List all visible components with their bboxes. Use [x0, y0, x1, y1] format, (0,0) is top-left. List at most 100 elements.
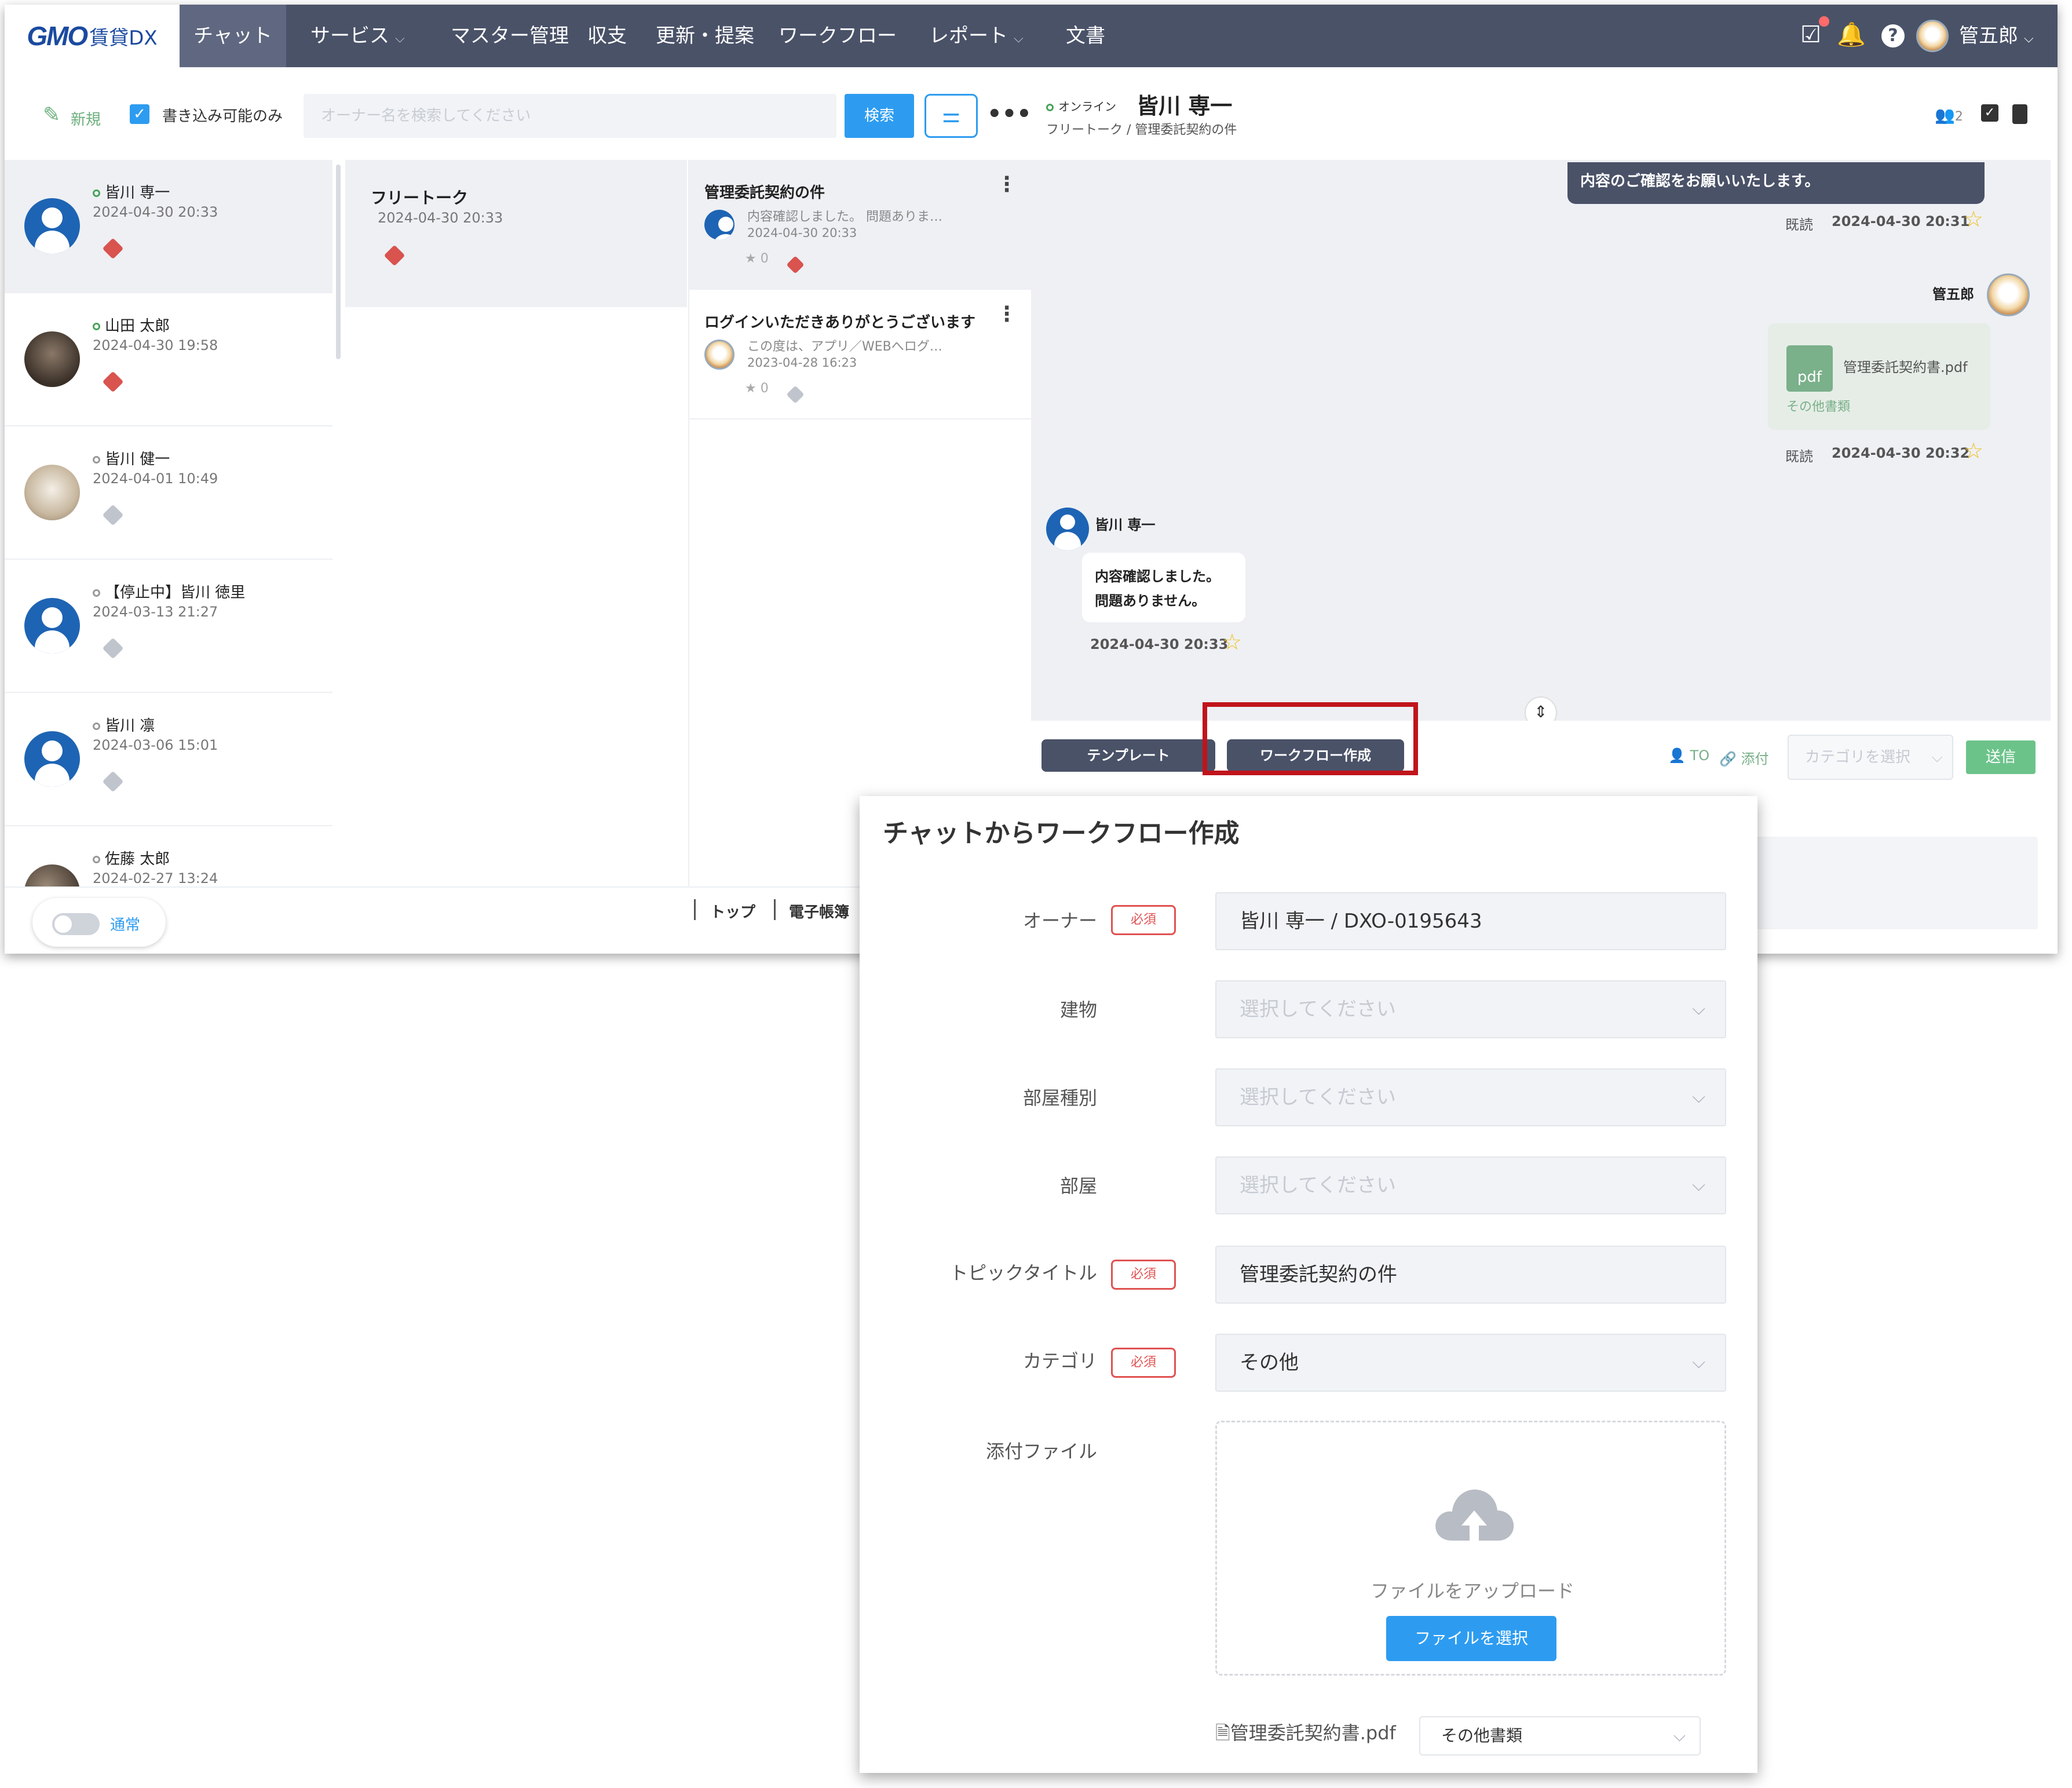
room-type-select[interactable]: 選択してください ⌵ — [1215, 1068, 1726, 1126]
link-ledger[interactable]: 電子帳簿 — [789, 900, 849, 922]
topic-list: 管理委託契約の件 内容確認しました。 問題ありま… 2024-04-30 20:… — [688, 160, 1031, 886]
topic-title-label: トピックタイトル — [949, 1262, 1097, 1284]
nav-master[interactable]: マスター管理 — [451, 5, 569, 67]
pdf-file-icon: pdf — [1786, 345, 1833, 392]
offline-status-icon — [93, 723, 100, 730]
topic-title-input[interactable]: 管理委託契約の件 — [1215, 1246, 1726, 1304]
building-select[interactable]: 選択してください ⌵ — [1215, 980, 1726, 1038]
star-icon[interactable]: ★ — [745, 251, 757, 266]
nav-service[interactable]: サービス ⌵ — [310, 5, 405, 67]
search-button[interactable]: 検索 — [845, 94, 914, 138]
nav-renewal[interactable]: 更新・提案 — [656, 5, 754, 67]
contact-date: 2024-04-30 20:33 — [93, 204, 218, 220]
chat-toolbar: ✎ 新規 ✓ 書き込み可能のみ オーナー名を検索してください 検索 ⚌ ••• — [5, 67, 1032, 160]
more-options-button[interactable]: ••• — [987, 94, 1032, 138]
nav-balance[interactable]: 収支 — [587, 5, 627, 67]
room-select[interactable]: 選択してください ⌵ — [1215, 1156, 1726, 1214]
owner-field[interactable]: 皆川 専一 / DXO-0195643 — [1215, 892, 1726, 950]
nav-workflow[interactable]: ワークフロー — [779, 5, 897, 67]
contact-list: 皆川 専一 2024-04-30 20:33 山田 太郎 2024-04-30 … — [5, 160, 332, 886]
contact-date: 2024-02-27 13:24 — [93, 870, 218, 886]
nav-documents[interactable]: 文書 — [1066, 5, 1105, 67]
star-icon[interactable]: ☆ — [1222, 629, 1242, 655]
bell-icon[interactable]: 🔔 — [1835, 19, 1868, 51]
avatar — [24, 598, 80, 654]
star-icon[interactable]: ☆ — [1964, 438, 1983, 464]
free-talk-date: 2024-04-30 20:33 — [378, 210, 503, 226]
attach-button: 添付 — [1741, 751, 1769, 767]
contact-card-icon[interactable] — [2012, 104, 2027, 124]
free-talk-item[interactable]: フリートーク 2024-04-30 20:33 — [345, 160, 687, 307]
new-chat-button[interactable]: 新規 — [71, 108, 101, 129]
chevron-down-icon: ⌵ — [1673, 1726, 1686, 1745]
topic-item[interactable]: ログインいただきありがとうございます この度は、アプリ／WEBへログ… 2023… — [689, 290, 1031, 419]
star-icon[interactable]: ★ — [745, 381, 757, 396]
online-status-icon — [93, 323, 100, 330]
star-count: 0 — [760, 251, 769, 266]
topic-item[interactable]: 管理委託契約の件 内容確認しました。 問題ありま… 2024-04-30 20:… — [689, 160, 1031, 290]
message-time: 2024-04-30 20:31 — [1832, 213, 1970, 229]
filter-settings-button[interactable]: ⚌ — [924, 94, 978, 138]
link-top[interactable]: トップ — [710, 900, 755, 922]
contact-date: 2024-03-06 15:01 — [93, 737, 218, 753]
owner-search-input[interactable]: オーナー名を検索してください — [304, 94, 836, 138]
avatar — [1046, 508, 1089, 550]
topic-preview: この度は、アプリ／WEBへログ… — [747, 340, 942, 354]
attached-file-category-select[interactable]: その他書類 ⌵ — [1419, 1716, 1701, 1756]
topic-title: ログインいただきありがとうございます — [704, 314, 976, 331]
tag-icon — [102, 771, 124, 793]
topic-date: 2023-04-28 16:23 — [747, 356, 857, 370]
contact-item[interactable]: 皆川 専一 2024-04-30 20:33 — [5, 160, 332, 293]
file-drop-zone[interactable]: ファイルをアップロード ファイルを選択 — [1215, 1421, 1726, 1676]
category-select[interactable]: カテゴリを選択 ⌵ — [1788, 735, 1953, 780]
help-icon[interactable]: ? — [1877, 19, 1909, 51]
writable-only-checkbox[interactable]: ✓ — [130, 104, 149, 124]
divider — [694, 899, 696, 920]
contact-item[interactable]: 山田 太郎 2024-04-30 19:58 — [5, 293, 332, 426]
attachment-label: 添付ファイル — [985, 1440, 1097, 1462]
contact-item[interactable]: 【停止中】皆川 徳里 2024-03-13 21:27 — [5, 560, 332, 693]
tag-icon — [383, 245, 405, 267]
choose-file-button[interactable]: ファイルを選択 — [1386, 1616, 1556, 1661]
chevron-down-icon: ⌵ — [395, 31, 405, 46]
person-icon: 👤 — [1668, 747, 1686, 764]
chevron-down-icon: ⌵ — [1931, 749, 1943, 766]
chevron-down-icon: ⌵ — [1692, 1087, 1705, 1107]
chevron-down-icon: ⌵ — [1014, 31, 1024, 46]
contact-item[interactable]: 佐藤 太郎 2024-02-27 13:24 — [5, 826, 332, 886]
avatar — [24, 198, 80, 254]
task-check-icon[interactable]: ✓ — [1981, 104, 1998, 122]
topic-menu-button[interactable]: ⋮ — [996, 173, 1017, 196]
contact-date: 2024-04-30 19:58 — [93, 337, 218, 353]
contact-item[interactable]: 皆川 凛 2024-03-06 15:01 — [5, 693, 332, 826]
contact-item[interactable]: 皆川 健一 2024-04-01 10:49 — [5, 426, 332, 560]
file-name: 管理委託契約書.pdf — [1843, 359, 1968, 375]
star-icon[interactable]: ☆ — [1964, 206, 1983, 232]
send-button[interactable]: 送信 — [1966, 740, 2036, 774]
chat-pane: オンライン 皆川 専一 フリートーク / 管理委託契約の件 👥2 ✓ 内容のご確… — [1031, 67, 2051, 929]
app-logo[interactable]: GMO 賃貸DX — [5, 5, 180, 67]
category-select[interactable]: その他 ⌵ — [1215, 1334, 1726, 1392]
nav-chat[interactable]: チャット — [180, 5, 286, 67]
mode-toggle[interactable]: 通常 — [32, 898, 166, 947]
topic-menu-button[interactable]: ⋮ — [996, 302, 1017, 326]
member-count: 2 — [1954, 110, 1963, 124]
toggle-switch[interactable] — [52, 913, 100, 935]
workflow-create-dialog: チャットからワークフロー作成 オーナー 必須 皆川 専一 / DXO-01956… — [860, 796, 1757, 1773]
owner-label: オーナー — [1022, 910, 1097, 932]
upload-text: ファイルをアップロード — [1370, 1580, 1574, 1602]
template-button[interactable]: テンプレート — [1042, 739, 1215, 772]
nav-report[interactable]: レポート ⌵ — [929, 5, 1024, 67]
user-menu[interactable]: 管五郎 ⌵ — [1959, 5, 2034, 67]
contact-name: 皆川 専一 — [105, 184, 170, 202]
user-avatar[interactable] — [1916, 20, 1949, 52]
edit-icon[interactable]: ✎ — [43, 103, 60, 127]
contact-name: 山田 太郎 — [105, 318, 170, 335]
file-attachment-card[interactable]: pdf 管理委託契約書.pdf その他書類 — [1768, 323, 1990, 430]
contact-list-scrollbar[interactable] — [336, 165, 341, 359]
avatar — [1987, 273, 2030, 316]
category-label: カテゴリ — [1022, 1350, 1097, 1372]
contact-name: 皆川 凛 — [105, 717, 155, 735]
tag-icon — [786, 256, 805, 274]
mode-label: 通常 — [110, 917, 141, 934]
